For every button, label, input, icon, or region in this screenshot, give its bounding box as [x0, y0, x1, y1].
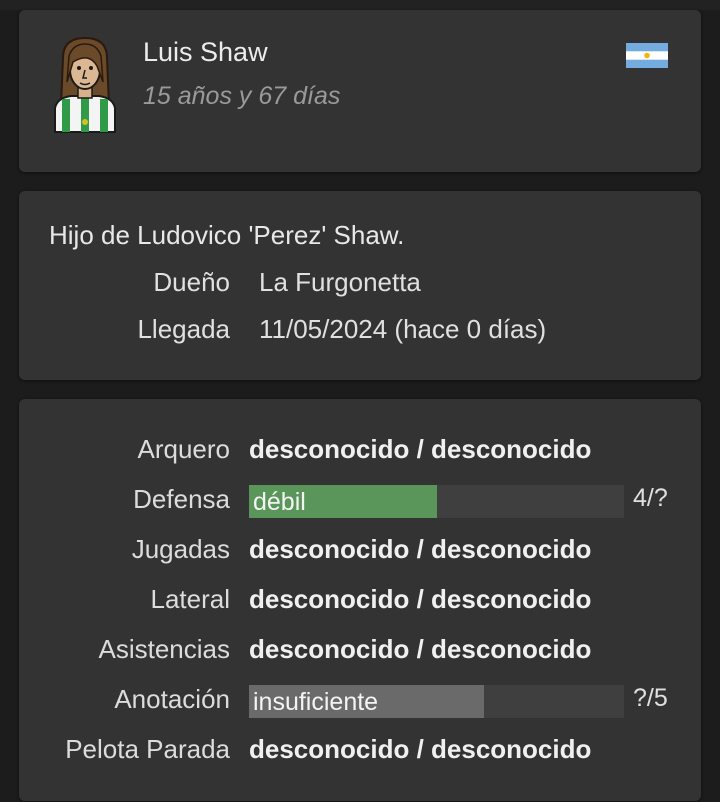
player-avatar — [49, 36, 121, 136]
skill-bar-text: débil — [253, 488, 306, 516]
skill-value: desconocido / desconocido — [249, 734, 592, 764]
skills-card: Arquero desconocido / desconocido Defensa d… — [19, 399, 701, 801]
player-info-card: Hijo de Ludovico 'Perez' Shaw. Dueño La … — [19, 191, 701, 380]
skill-value: desconocido / desconocido — [249, 434, 592, 464]
skill-value: desconocido / desconocido — [249, 584, 592, 614]
lineage-text: Hijo de Ludovico 'Perez' Shaw. — [49, 220, 405, 250]
skill-score: 4/? — [633, 484, 668, 512]
top-strip — [0, 0, 720, 10]
player-name: Luis Shaw — [143, 37, 268, 67]
skill-label: Anotación — [114, 684, 230, 714]
skill-bar-text: insuficiente — [253, 688, 379, 716]
skill-label: Pelota Parada — [65, 734, 230, 764]
skill-label: Arquero — [137, 434, 231, 464]
arrival-value: 11/05/2024 (hace 0 días) — [259, 314, 547, 344]
arrival-label: Llegada — [137, 314, 230, 344]
skill-value: desconocido / desconocido — [249, 634, 592, 664]
skill-row: Pelota Parada desconocido / desconocido — [19, 730, 701, 770]
skill-label: Defensa — [133, 484, 230, 514]
skill-label: Lateral — [150, 584, 231, 614]
player-age: 15 años y 67 días — [143, 82, 341, 110]
skill-row: Asistencias desconocido / desconocido — [19, 630, 701, 670]
argentina-flag-icon — [626, 43, 668, 68]
skill-row: Defensa débil 4/? — [19, 480, 701, 520]
skill-value: desconocido / desconocido — [249, 534, 592, 564]
skill-score: ?/5 — [633, 684, 668, 712]
skill-bar: insuficiente — [249, 685, 624, 718]
skill-row: Anotación insuficiente ?/5 — [19, 680, 701, 720]
player-header-card: Luis Shaw 15 años y 67 días — [19, 10, 701, 172]
skill-bar: débil — [249, 485, 624, 518]
skill-row: Jugadas desconocido / desconocido — [19, 530, 701, 570]
owner-value[interactable]: La Furgonetta — [259, 267, 421, 298]
arrival-row: Llegada 11/05/2024 (hace 0 días) — [19, 314, 701, 350]
owner-label: Dueño — [153, 267, 230, 297]
owner-row: Dueño La Furgonetta — [19, 267, 701, 303]
skill-row: Arquero desconocido / desconocido — [19, 430, 701, 470]
skill-label: Asistencias — [98, 634, 231, 664]
skill-row: Lateral desconocido / desconocido — [19, 580, 701, 620]
skill-label: Jugadas — [131, 534, 230, 564]
